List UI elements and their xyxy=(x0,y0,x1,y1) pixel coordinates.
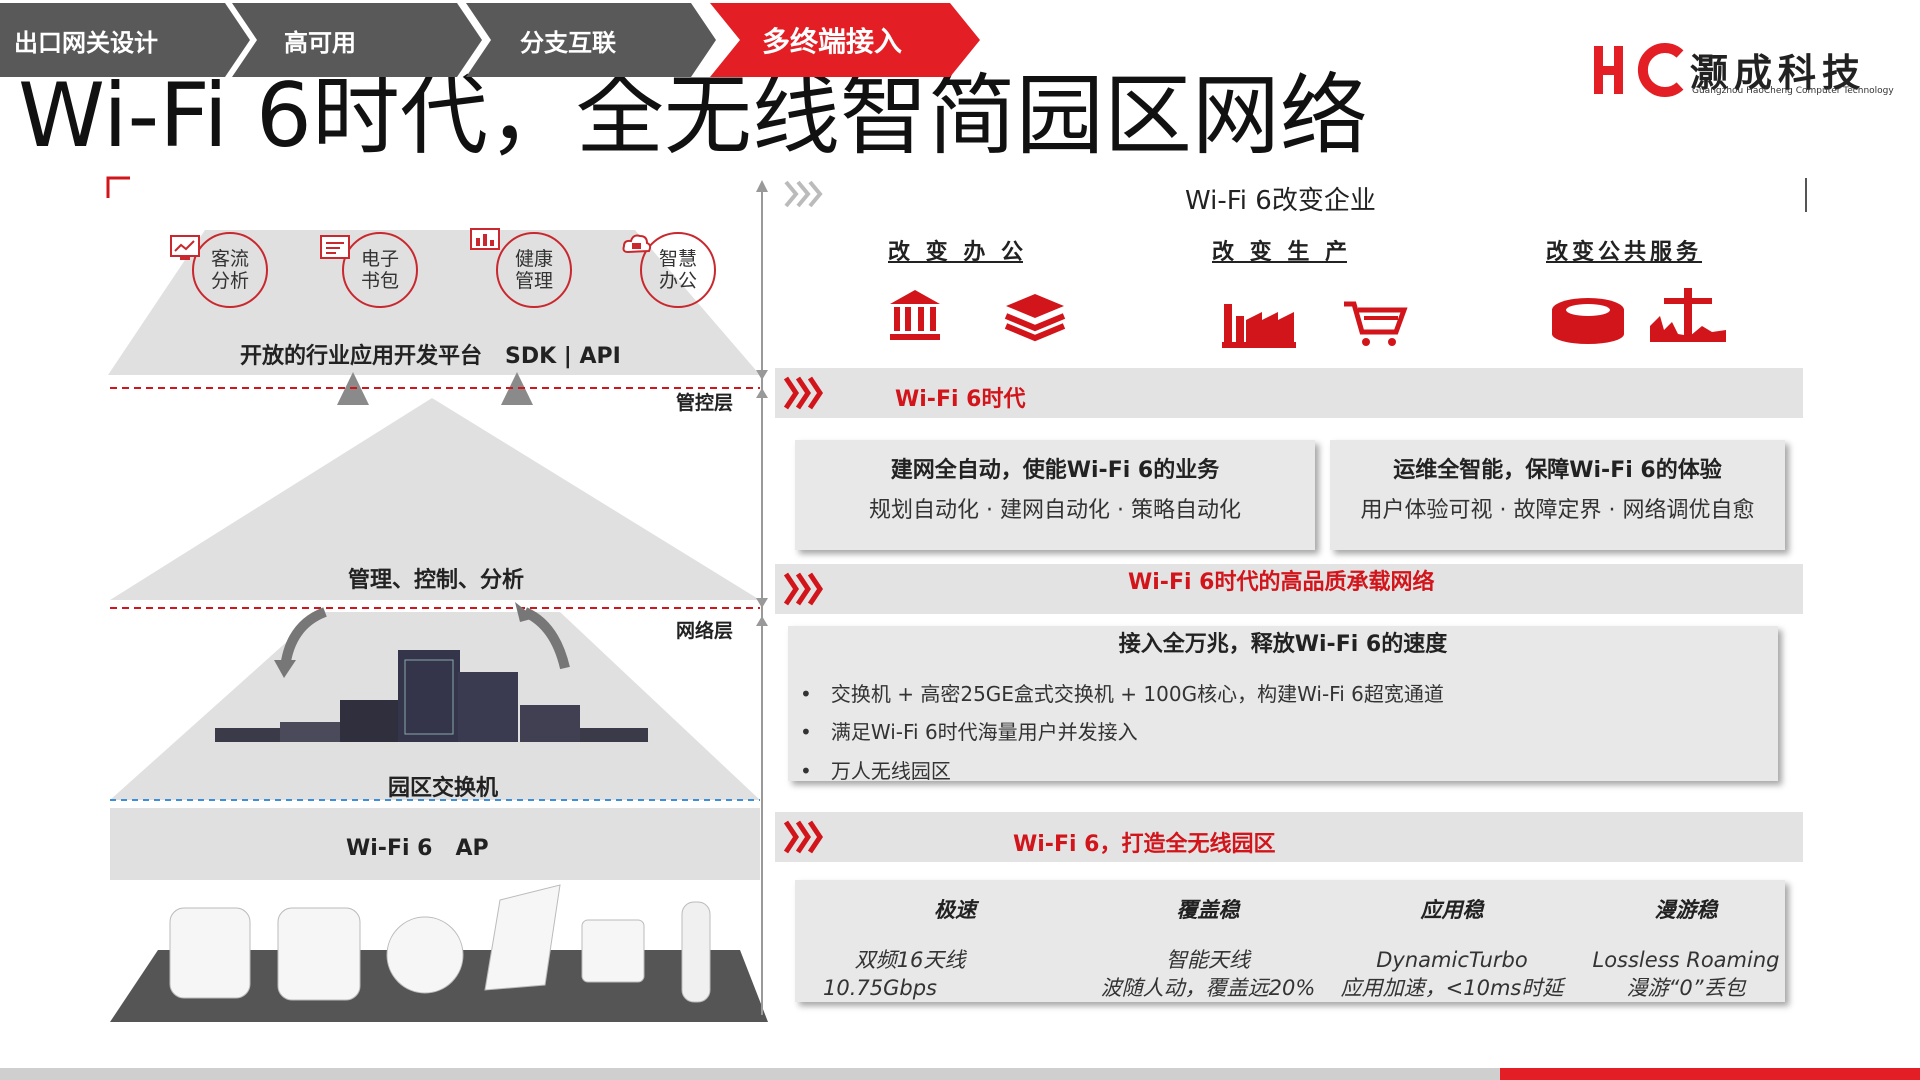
right-header: Wi-Fi 6改变企业 xyxy=(1185,186,1376,216)
app-label: 分析 xyxy=(210,270,249,292)
app-label: 办公 xyxy=(658,270,697,292)
switch-label: 园区交换机 xyxy=(388,776,499,801)
bullet-item: • 万人无线园区 xyxy=(800,759,951,783)
feature-line: 双频16天线 xyxy=(854,948,966,972)
app-circle-health[interactable]: 健康 管理 xyxy=(496,232,572,308)
feature-line: DynamicTurbo xyxy=(1376,948,1528,972)
feature-line: 波随人动，覆盖远20% xyxy=(1100,976,1316,1000)
card-title: 运维全智能，保障Wi-Fi 6的体验 xyxy=(1393,458,1722,483)
control-layer-label: 管控层 xyxy=(676,392,734,414)
feature-title: 极速 xyxy=(934,898,976,922)
breadcrumb-item-3[interactable]: 分支互联 xyxy=(466,3,716,77)
feature-line: 应用加速，<10ms时延 xyxy=(1340,976,1564,1000)
column-production: 改 变 生 产 xyxy=(1212,240,1347,265)
app-label: 电子 xyxy=(360,248,399,270)
statue-icon xyxy=(1650,288,1726,342)
bullet-item: • 满足Wi-Fi 6时代海量用户并发接入 xyxy=(800,720,1138,744)
company-logo xyxy=(1592,38,1688,104)
feature-title: 覆盖稳 xyxy=(1176,898,1240,922)
breadcrumb-item-2[interactable]: 高可用 xyxy=(232,3,482,77)
app-label: 客流 xyxy=(210,248,249,270)
band-quality-network-title: Wi-Fi 6时代的高品质承载网络 xyxy=(1128,570,1435,595)
app-label: 书包 xyxy=(360,270,399,292)
chevrons-red-icon xyxy=(783,820,824,854)
card-title: 建网全自动，使能Wi-Fi 6的业务 xyxy=(890,458,1220,483)
app-label: 健康 xyxy=(514,248,553,270)
bullet-item: • 交换机 + 高密25GE盒式交换机 + 100G核心，构建Wi-Fi 6超宽… xyxy=(800,682,1444,706)
management-label: 管理、控制、分析 xyxy=(348,568,525,593)
column-office: 改 变 办 公 xyxy=(888,240,1023,265)
architecture-diagram xyxy=(106,176,768,1022)
cart-icon xyxy=(1344,301,1408,346)
stadium-icon xyxy=(1552,298,1624,344)
ap-label: Wi-Fi 6 AP xyxy=(346,836,489,861)
feature-line: 智能天线 xyxy=(1166,948,1250,972)
hc-logo-icon xyxy=(1594,43,1684,97)
platform-label: 开放的行业应用开发平台 SDK | API xyxy=(240,344,621,369)
band-wifi6-era-title: Wi-Fi 6时代 xyxy=(895,387,1026,412)
card-subtitle: 用户体验可视 · 故障定界 · 网络调优自愈 xyxy=(1360,498,1755,523)
footer-bar-gray xyxy=(0,1068,1500,1080)
breadcrumb-label: 多终端接入 xyxy=(762,25,903,58)
footer-bar-red xyxy=(1500,1068,1920,1080)
chevrons-red-icon xyxy=(783,376,824,410)
company-subtitle: Guangzhou HaoCheng Computer Technology xyxy=(1692,86,1894,96)
bullet-text: 交换机 + 高密25GE盒式交换机 + 100G核心，构建Wi-Fi 6超宽通道 xyxy=(830,682,1444,706)
feature-title: 漫游稳 xyxy=(1654,898,1718,922)
feature-line: 10.75Gbps xyxy=(823,976,937,1000)
breadcrumb-label: 高可用 xyxy=(284,28,356,57)
band-all-wireless-title: Wi-Fi 6，打造全无线园区 xyxy=(1013,832,1276,857)
feature-line: 漫游“0”丢包 xyxy=(1626,976,1746,1000)
bullet-text: 满足Wi-Fi 6时代海量用户并发接入 xyxy=(830,720,1138,744)
app-circle-ebook[interactable]: 电子 书包 xyxy=(342,232,418,308)
app-circle-traffic[interactable]: 客流 分析 xyxy=(192,232,268,308)
chevrons-gray-icon xyxy=(784,180,823,208)
chevrons-red-icon xyxy=(783,572,824,606)
network-layer-label: 网络层 xyxy=(676,620,734,642)
card-auto-build: 建网全自动，使能Wi-Fi 6的业务 规划自动化 · 建网自动化 · 策略自动化 xyxy=(795,440,1315,550)
health-chart-icon xyxy=(470,228,500,250)
chevron-shape xyxy=(232,3,482,77)
breadcrumb-label: 分支互联 xyxy=(520,28,616,57)
bank-icon xyxy=(890,290,940,340)
office-cloud-icon xyxy=(622,234,652,254)
feature-line: Lossless Roaming xyxy=(1592,948,1780,972)
card-title: 接入全万兆，释放Wi-Fi 6的速度 xyxy=(1118,632,1448,657)
band-all-wireless xyxy=(775,812,1803,862)
card-subtitle: 规划自动化 · 建网自动化 · 策略自动化 xyxy=(869,498,1241,523)
app-label: 管理 xyxy=(514,270,553,292)
column-public: 改变公共服务 xyxy=(1546,240,1703,265)
breadcrumb-item-4-active[interactable]: 多终端接入 xyxy=(710,3,980,77)
breadcrumb-label: 出口网关设计 xyxy=(14,28,158,57)
layers-icon xyxy=(1004,294,1066,342)
feature-title: 应用稳 xyxy=(1420,898,1484,922)
bullet-text: 万人无线园区 xyxy=(830,759,951,783)
ebook-icon xyxy=(320,235,350,259)
monitor-chart-icon xyxy=(170,235,200,260)
breadcrumb-item-1[interactable]: 出口网关设计 xyxy=(0,3,250,77)
factory-icon xyxy=(1222,304,1296,348)
app-label: 智慧 xyxy=(658,248,697,270)
card-smart-ops: 运维全智能，保障Wi-Fi 6的体验 用户体验可视 · 故障定界 · 网络调优自… xyxy=(1330,440,1785,550)
